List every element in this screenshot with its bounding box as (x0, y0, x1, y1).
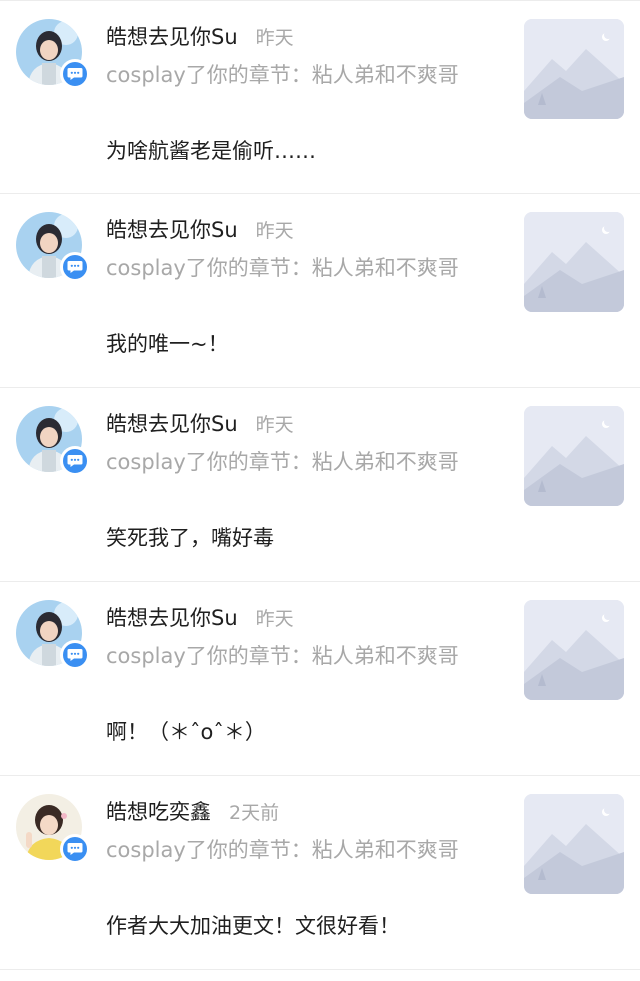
name-row: 皓想去见你Su 昨天 (106, 408, 294, 438)
target-chapter[interactable]: cosplay了你的章节：粘人弟和不爽哥 (106, 59, 498, 91)
target-chapter[interactable]: cosplay了你的章节：粘人弟和不爽哥 (106, 640, 498, 672)
name-row: 皓想去见你Su 昨天 (106, 602, 294, 632)
mountain-placeholder-icon (524, 19, 624, 119)
notification-item[interactable]: 皓想去见你Su 昨天 cosplay了你的章节：粘人弟和不爽哥 笑死我了，嘴好毒 (0, 388, 640, 582)
user-name[interactable]: 皓想吃奕鑫 (106, 796, 211, 826)
avatar[interactable] (16, 19, 90, 89)
timestamp: 昨天 (255, 220, 294, 242)
comment-text: 为啥航酱老是偷听…… (106, 139, 316, 163)
comment-text: 笑死我了，嘴好毒 (106, 526, 274, 550)
target-chapter[interactable]: cosplay了你的章节：粘人弟和不爽哥 (106, 252, 498, 284)
comment-text: 作者大大加油更文！文很好看！ (106, 914, 400, 938)
timestamp: 昨天 (255, 414, 294, 436)
timestamp: 2天前 (229, 802, 280, 824)
user-name[interactable]: 皓想去见你Su (106, 602, 238, 632)
name-row: 皓想去见你Su 昨天 (106, 21, 294, 51)
comment-bubble-icon (60, 834, 90, 864)
chapter-thumbnail[interactable] (524, 19, 624, 119)
comment-bubble-icon (60, 59, 90, 89)
comment-text: 我的唯一~！ (106, 332, 229, 356)
timestamp: 昨天 (255, 608, 294, 630)
mountain-placeholder-icon (524, 600, 624, 700)
mountain-placeholder-icon (524, 406, 624, 506)
comment-bubble-icon (60, 446, 90, 476)
notification-item[interactable]: 皓想吃奕鑫 2天前 cosplay了你的章节：粘人弟和不爽哥 作者大大加油更文！… (0, 776, 640, 970)
user-name[interactable]: 皓想去见你Su (106, 408, 238, 438)
comment-bubble-icon (60, 252, 90, 282)
name-row: 皓想吃奕鑫 2天前 (106, 796, 279, 826)
comment-bubble-icon (60, 640, 90, 670)
notification-list: 皓想去见你Su 昨天 cosplay了你的章节：粘人弟和不爽哥 为啥航酱老是偷听… (0, 0, 640, 970)
avatar[interactable] (16, 406, 90, 476)
mountain-placeholder-icon (524, 794, 624, 894)
user-name[interactable]: 皓想去见你Su (106, 21, 238, 51)
chapter-thumbnail[interactable] (524, 600, 624, 700)
chapter-thumbnail[interactable] (524, 212, 624, 312)
notification-item[interactable]: 皓想去见你Su 昨天 cosplay了你的章节：粘人弟和不爽哥 啊！（＊ˆoˆ＊… (0, 582, 640, 776)
timestamp: 昨天 (255, 27, 294, 49)
comment-text: 啊！（＊ˆoˆ＊） (106, 720, 266, 744)
avatar[interactable] (16, 794, 90, 864)
name-row: 皓想去见你Su 昨天 (106, 214, 294, 244)
target-chapter[interactable]: cosplay了你的章节：粘人弟和不爽哥 (106, 834, 498, 866)
target-chapter[interactable]: cosplay了你的章节：粘人弟和不爽哥 (106, 446, 498, 478)
user-name[interactable]: 皓想去见你Su (106, 214, 238, 244)
chapter-thumbnail[interactable] (524, 794, 624, 894)
notification-item[interactable]: 皓想去见你Su 昨天 cosplay了你的章节：粘人弟和不爽哥 我的唯一~！ (0, 194, 640, 388)
avatar[interactable] (16, 600, 90, 670)
notification-item[interactable]: 皓想去见你Su 昨天 cosplay了你的章节：粘人弟和不爽哥 为啥航酱老是偷听… (0, 0, 640, 194)
chapter-thumbnail[interactable] (524, 406, 624, 506)
avatar[interactable] (16, 212, 90, 282)
mountain-placeholder-icon (524, 212, 624, 312)
